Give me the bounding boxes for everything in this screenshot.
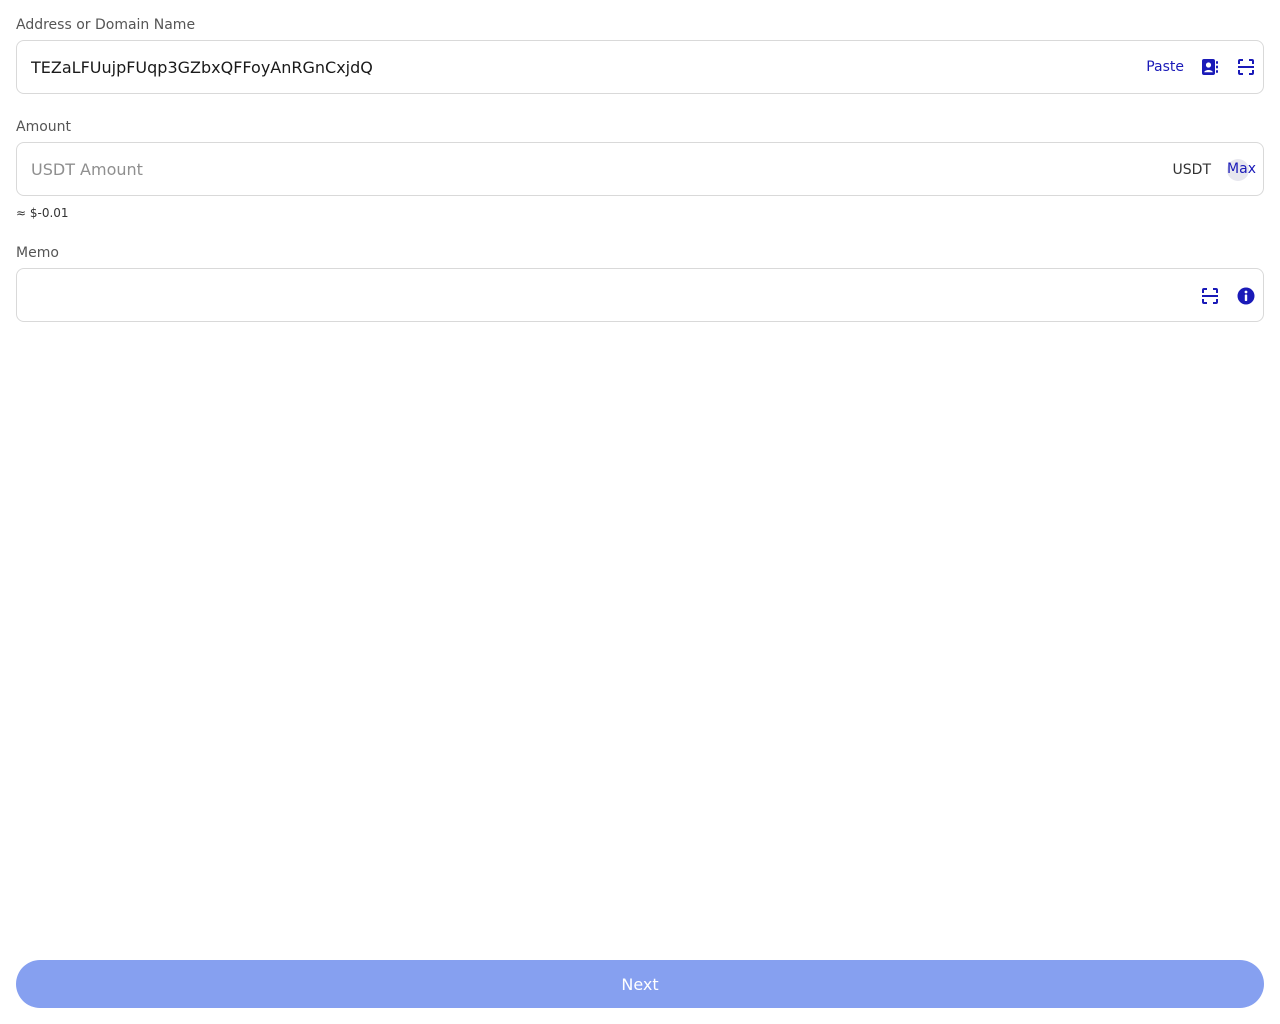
amount-label: Amount bbox=[16, 119, 72, 135]
max-button[interactable]: Max bbox=[1227, 161, 1256, 177]
memo-label: Memo bbox=[16, 245, 59, 261]
usd-estimate: ≈ $-0.01 bbox=[16, 206, 69, 220]
memo-field-container bbox=[16, 268, 1264, 322]
amount-input[interactable] bbox=[31, 143, 1111, 195]
memo-input[interactable] bbox=[31, 269, 1111, 321]
address-field-container: Paste bbox=[16, 40, 1264, 94]
amount-field-container: USDT Max bbox=[16, 142, 1264, 196]
memo-qr-scan-icon[interactable] bbox=[1200, 286, 1220, 306]
address-input[interactable] bbox=[31, 41, 1111, 93]
contact-book-icon[interactable] bbox=[1200, 57, 1220, 77]
next-button[interactable]: Next bbox=[16, 960, 1264, 1008]
info-icon[interactable] bbox=[1236, 286, 1256, 306]
amount-unit: USDT bbox=[1172, 162, 1211, 178]
paste-button[interactable]: Paste bbox=[1146, 59, 1184, 75]
qr-scan-icon[interactable] bbox=[1236, 57, 1256, 77]
address-label: Address or Domain Name bbox=[16, 17, 196, 33]
